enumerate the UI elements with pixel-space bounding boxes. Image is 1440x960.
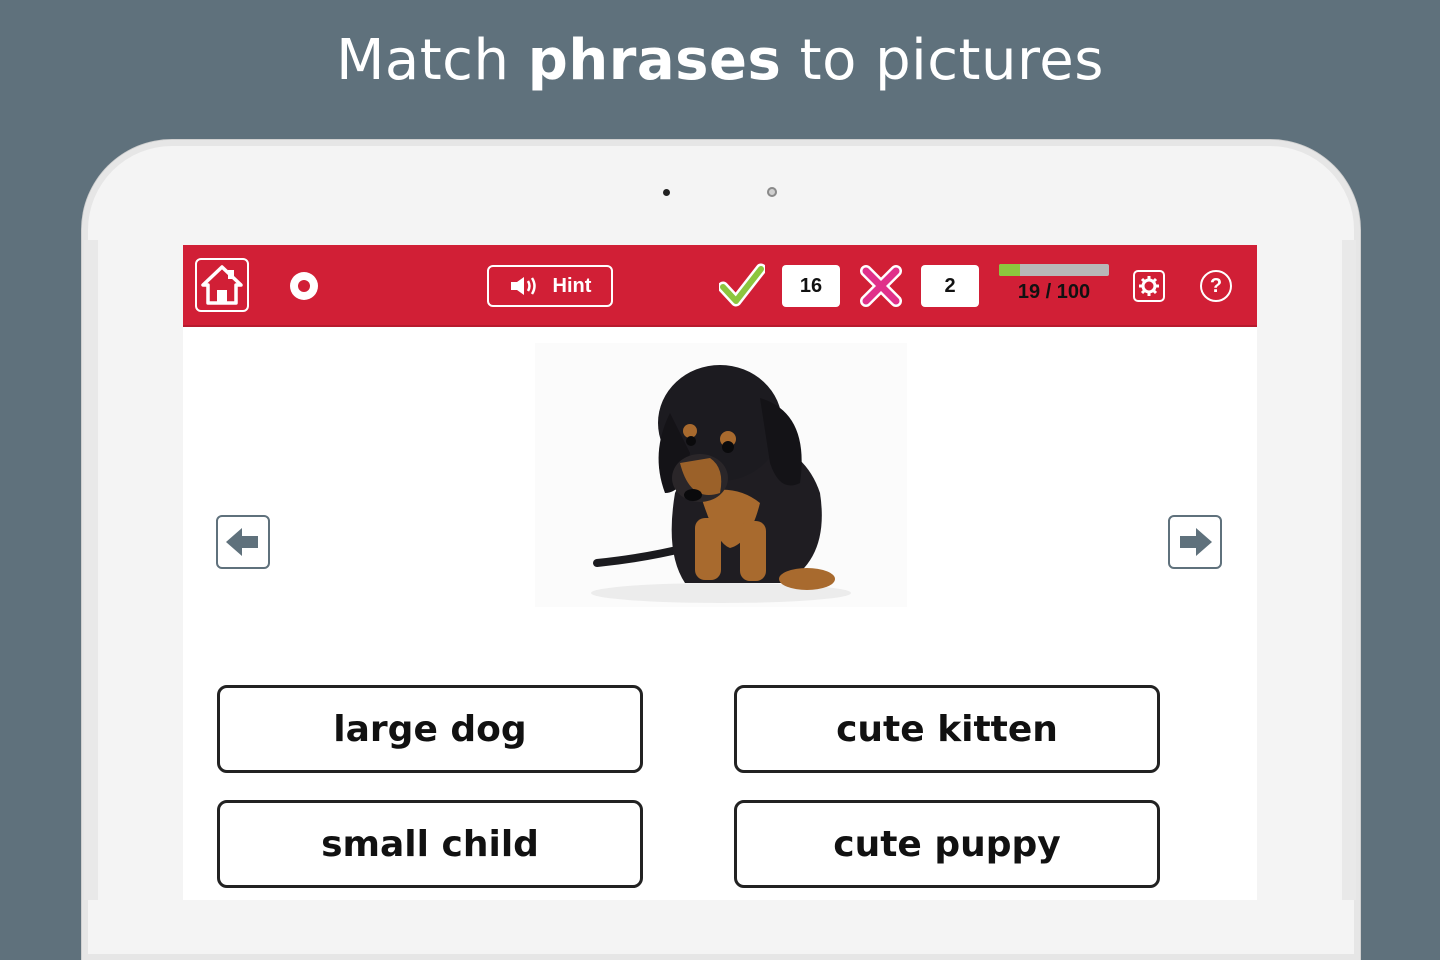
hint-label: Hint — [552, 274, 592, 297]
answer-option-small-child[interactable]: small child — [217, 800, 643, 888]
settings-button[interactable] — [1133, 270, 1165, 302]
help-button[interactable]: ? — [1200, 270, 1232, 302]
tablet-camera — [767, 187, 777, 197]
record-icon — [298, 280, 310, 292]
tablet-edge-left — [84, 240, 98, 900]
progress-bar — [999, 264, 1109, 276]
tablet-sensor — [663, 189, 670, 196]
gear-icon — [1139, 276, 1159, 296]
cross-icon — [860, 265, 902, 307]
wrong-count: 2 — [921, 265, 979, 307]
page-headline: Match phrases to pictures — [0, 28, 1440, 93]
prev-button[interactable] — [216, 515, 270, 569]
progress-text: 19 / 100 — [1017, 281, 1091, 303]
puppy-image — [591, 365, 851, 603]
next-button[interactable] — [1168, 515, 1222, 569]
headline-suffix: to pictures — [799, 28, 1104, 93]
answer-option-large-dog[interactable]: large dog — [217, 685, 643, 773]
progress-fill — [999, 264, 1020, 276]
home-button[interactable] — [195, 258, 249, 312]
hint-button[interactable]: Hint — [487, 265, 613, 307]
speaker-icon — [510, 277, 536, 295]
app-screen: Hint 16 2 19 / 100 ? large dog cute kitt… — [183, 245, 1257, 900]
home-icon — [201, 265, 243, 305]
toolbar: Hint 16 2 19 / 100 ? — [183, 245, 1257, 327]
answer-option-cute-kitten[interactable]: cute kitten — [734, 685, 1160, 773]
arrow-left-icon — [226, 528, 258, 556]
help-icon: ? — [1209, 274, 1223, 297]
correct-count: 16 — [782, 265, 840, 307]
quiz-picture — [535, 343, 907, 607]
answer-option-cute-puppy[interactable]: cute puppy — [734, 800, 1160, 888]
checkmark-icon — [719, 263, 765, 307]
headline-bold: phrases — [527, 28, 782, 93]
tablet-edge-right — [1342, 240, 1356, 900]
record-button[interactable] — [290, 272, 318, 300]
headline-prefix: Match — [336, 28, 510, 93]
arrow-right-icon — [1180, 528, 1212, 556]
